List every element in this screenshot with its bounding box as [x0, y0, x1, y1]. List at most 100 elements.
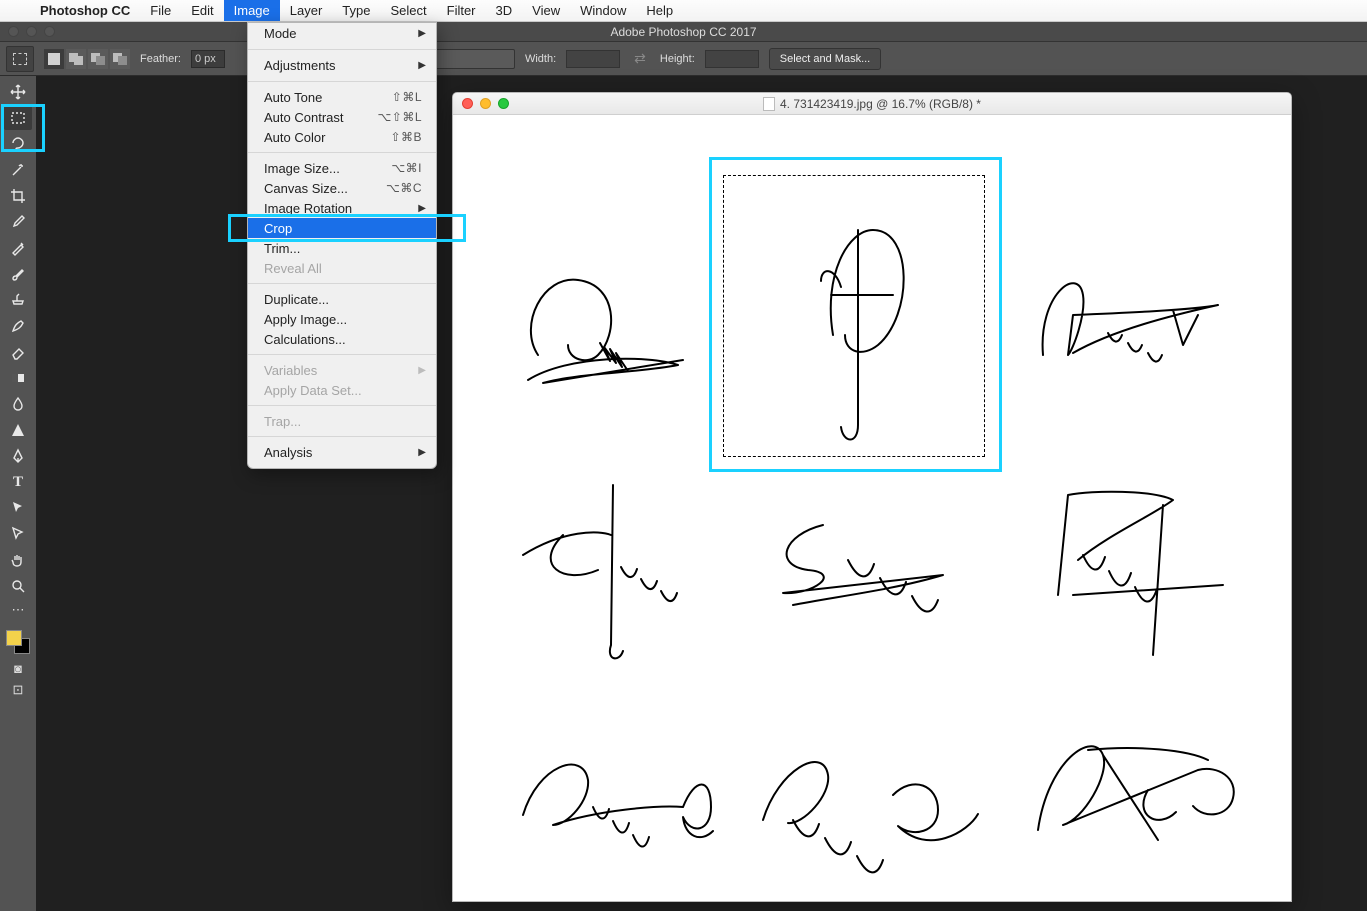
pen-tool-icon[interactable] — [4, 444, 32, 468]
move-tool-icon[interactable] — [4, 80, 32, 104]
selection-mode-subtract[interactable] — [88, 49, 108, 69]
menu-help[interactable]: Help — [636, 0, 683, 21]
image-menu-dropdown: Mode▶ Adjustments▶ Auto Tone⇧⌘L Auto Con… — [247, 22, 437, 469]
style-dropdown[interactable] — [435, 49, 515, 69]
document-canvas[interactable] — [453, 115, 1291, 901]
signature-sample — [753, 505, 973, 630]
menu-item-trim[interactable]: Trim... — [248, 238, 436, 258]
menu-item-crop[interactable]: Crop — [248, 218, 436, 238]
signature-sample — [743, 725, 993, 860]
toolbar-overflow-icon[interactable]: ⋯ — [8, 600, 28, 620]
menu-item-auto-contrast[interactable]: Auto Contrast⌥⇧⌘L — [248, 107, 436, 127]
traffic-min-icon[interactable] — [26, 26, 37, 37]
magic-wand-tool-icon[interactable] — [4, 158, 32, 182]
eyedropper-tool-icon[interactable] — [4, 210, 32, 234]
app-window-chrome: Adobe Photoshop CC 2017 — [0, 22, 1367, 42]
signature-sample — [508, 265, 698, 400]
menu-3d[interactable]: 3D — [486, 0, 523, 21]
doc-close-icon[interactable] — [462, 98, 473, 109]
signature-sample — [1023, 255, 1243, 400]
menu-item-auto-tone[interactable]: Auto Tone⇧⌘L — [248, 87, 436, 107]
menu-separator — [248, 436, 436, 437]
menu-item-image-rotation[interactable]: Image Rotation▶ — [248, 198, 436, 218]
app-name[interactable]: Photoshop CC — [30, 3, 140, 18]
screen-mode-icon[interactable]: ⊡ — [8, 680, 28, 700]
menu-item-canvas-size[interactable]: Canvas Size...⌥⌘C — [248, 178, 436, 198]
document-titlebar[interactable]: 4. 731423419.jpg @ 16.7% (RGB/8) * — [453, 93, 1291, 115]
doc-min-icon[interactable] — [480, 98, 491, 109]
options-bar: Feather: Width: ⇄ Height: Select and Mas… — [0, 42, 1367, 76]
window-traffic-lights[interactable] — [0, 26, 55, 37]
width-label: Width: — [525, 53, 556, 65]
file-icon — [763, 97, 775, 111]
menu-item-apply-data-set: Apply Data Set... — [248, 380, 436, 400]
menu-item-reveal-all: Reveal All — [248, 258, 436, 278]
signature-sample — [763, 195, 953, 460]
menu-type[interactable]: Type — [332, 0, 380, 21]
height-label: Height: — [660, 53, 695, 65]
eraser-tool-icon[interactable] — [4, 340, 32, 364]
traffic-zoom-icon[interactable] — [44, 26, 55, 37]
feather-input[interactable] — [191, 50, 225, 68]
color-swatches[interactable] — [4, 628, 32, 656]
menu-separator — [248, 283, 436, 284]
menu-file[interactable]: File — [140, 0, 181, 21]
menu-item-adjustments[interactable]: Adjustments▶ — [248, 55, 436, 76]
gradient-tool-icon[interactable] — [4, 366, 32, 390]
type-tool-icon[interactable]: T — [4, 470, 32, 494]
menu-item-trap: Trap... — [248, 411, 436, 431]
app-window-title: Adobe Photoshop CC 2017 — [610, 25, 756, 39]
width-input[interactable] — [566, 50, 620, 68]
menu-edit[interactable]: Edit — [181, 0, 223, 21]
path-selection-tool-icon[interactable] — [4, 496, 32, 520]
select-and-mask-button[interactable]: Select and Mask... — [769, 48, 882, 70]
menu-filter[interactable]: Filter — [437, 0, 486, 21]
menu-window[interactable]: Window — [570, 0, 636, 21]
menu-item-mode[interactable]: Mode▶ — [248, 23, 436, 44]
document-window: 4. 731423419.jpg @ 16.7% (RGB/8) * — [452, 92, 1292, 902]
mac-menubar: Photoshop CC File Edit Image Layer Type … — [0, 0, 1367, 22]
foreground-color-swatch[interactable] — [6, 630, 22, 646]
traffic-close-icon[interactable] — [8, 26, 19, 37]
menu-view[interactable]: View — [522, 0, 570, 21]
feather-label: Feather: — [140, 53, 181, 65]
crop-tool-icon[interactable] — [4, 184, 32, 208]
height-input[interactable] — [705, 50, 759, 68]
healing-brush-tool-icon[interactable] — [4, 236, 32, 260]
selection-mode-intersect[interactable] — [110, 49, 130, 69]
menu-item-image-size[interactable]: Image Size...⌥⌘I — [248, 158, 436, 178]
clone-stamp-tool-icon[interactable] — [4, 288, 32, 312]
lasso-tool-icon[interactable] — [4, 132, 32, 156]
menu-separator — [248, 49, 436, 50]
menu-separator — [248, 81, 436, 82]
menu-item-duplicate[interactable]: Duplicate... — [248, 289, 436, 309]
brush-tool-icon[interactable] — [4, 262, 32, 286]
tools-panel: T ⋯ ◙ ⊡ — [0, 76, 36, 911]
dodge-tool-icon[interactable] — [4, 418, 32, 442]
rectangular-marquee-tool-icon[interactable] — [4, 106, 32, 130]
swap-wh-icon[interactable]: ⇄ — [630, 50, 650, 67]
document-title: 4. 731423419.jpg @ 16.7% (RGB/8) * — [763, 97, 981, 111]
menu-separator — [248, 152, 436, 153]
menu-image[interactable]: Image — [224, 0, 280, 21]
rectangle-tool-icon[interactable] — [4, 522, 32, 546]
zoom-tool-icon[interactable] — [4, 574, 32, 598]
menu-item-apply-image[interactable]: Apply Image... — [248, 309, 436, 329]
blur-tool-icon[interactable] — [4, 392, 32, 416]
menu-item-variables: Variables▶ — [248, 360, 436, 380]
quick-mask-icon[interactable]: ◙ — [8, 658, 28, 678]
menu-item-calculations[interactable]: Calculations... — [248, 329, 436, 349]
menu-item-auto-color[interactable]: Auto Color⇧⌘B — [248, 127, 436, 147]
selection-mode-add[interactable] — [66, 49, 86, 69]
signature-sample — [503, 475, 713, 680]
options-tool-preset-icon[interactable] — [6, 46, 34, 72]
hand-tool-icon[interactable] — [4, 548, 32, 572]
menu-select[interactable]: Select — [380, 0, 436, 21]
history-brush-tool-icon[interactable] — [4, 314, 32, 338]
menu-separator — [248, 405, 436, 406]
doc-zoom-icon[interactable] — [498, 98, 509, 109]
menu-item-analysis[interactable]: Analysis▶ — [248, 442, 436, 462]
selection-mode-new[interactable] — [44, 49, 64, 69]
selection-mode-group — [44, 49, 130, 69]
menu-layer[interactable]: Layer — [280, 0, 333, 21]
